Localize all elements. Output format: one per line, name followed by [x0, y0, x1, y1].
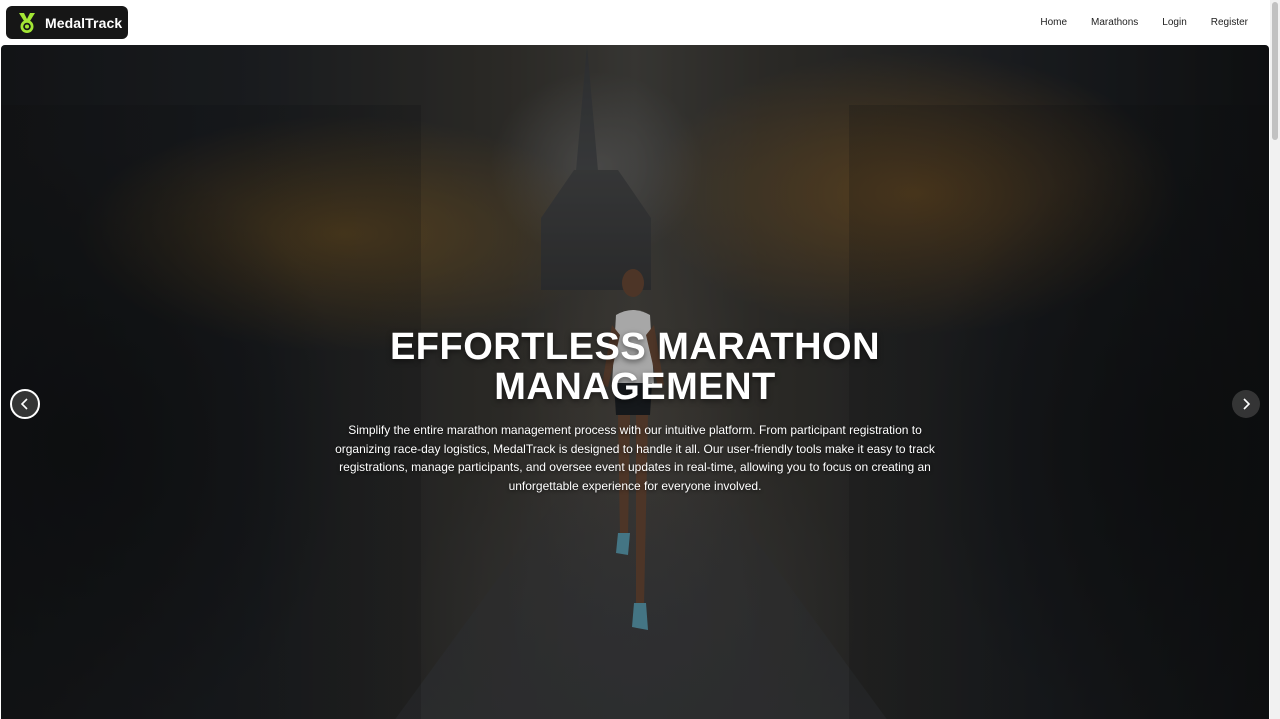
brand-logo[interactable]: MedalTrack [6, 6, 128, 39]
chevron-right-icon [1243, 398, 1251, 410]
hero-title: EFFORTLESS MARATHON MANAGEMENT [389, 326, 881, 408]
nav-home[interactable]: Home [1028, 0, 1079, 45]
scrollbar-thumb[interactable] [1272, 2, 1278, 140]
carousel-next-button[interactable] [1232, 390, 1260, 418]
main-nav: Home Marathons Login Register [1028, 0, 1260, 45]
nav-register[interactable]: Register [1199, 0, 1260, 45]
medal-icon [19, 12, 35, 33]
page-scrollbar[interactable] [1270, 0, 1280, 719]
carousel-prev-button[interactable] [10, 389, 40, 419]
hero-content: EFFORTLESS MARATHON MANAGEMENT Simplify … [1, 327, 1269, 495]
hero-carousel: EFFORTLESS MARATHON MANAGEMENT Simplify … [1, 45, 1269, 719]
hero-description: Simplify the entire marathon management … [335, 423, 935, 493]
nav-login[interactable]: Login [1150, 0, 1198, 45]
chevron-left-icon [20, 398, 28, 410]
nav-marathons[interactable]: Marathons [1079, 0, 1150, 45]
site-header: MedalTrack Home Marathons Login Register [0, 0, 1270, 45]
brand-name: MedalTrack [45, 14, 123, 31]
